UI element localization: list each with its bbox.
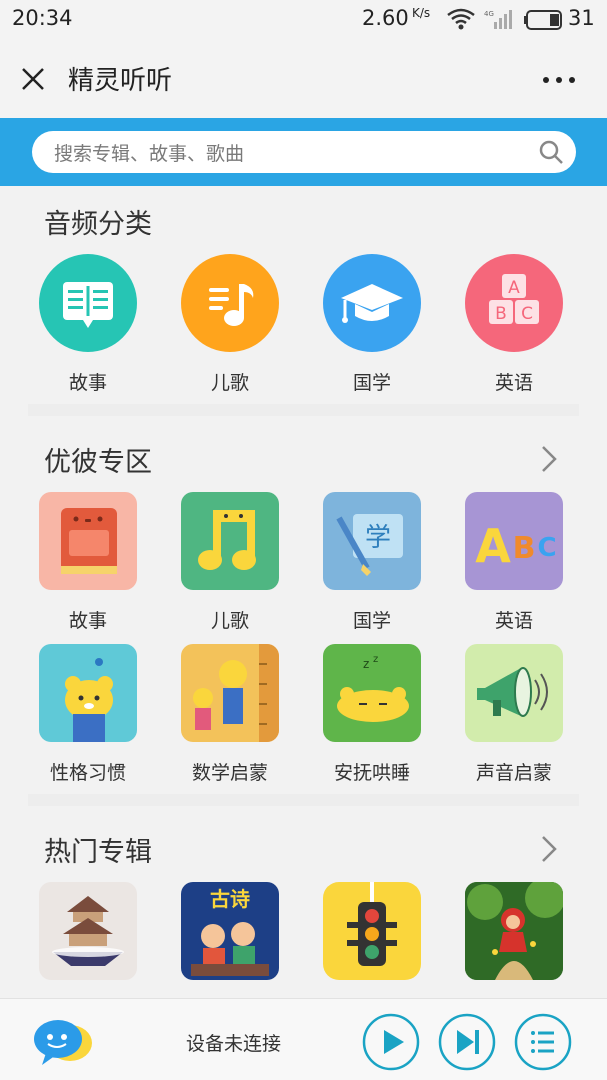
- hot-albums-section: 热门专辑 古诗: [28, 806, 579, 998]
- audio-categories-section: 音频分类 故事 儿歌 国学 A B C 英语: [28, 186, 579, 404]
- status-time: 20:34: [12, 6, 73, 30]
- youbi-label: 安抚哄睡: [333, 762, 410, 784]
- wifi-icon: [447, 8, 475, 30]
- youbi-sleep[interactable]: z z 安抚哄睡: [312, 644, 432, 784]
- youbi-story[interactable]: 故事: [28, 492, 148, 632]
- album-cover-red-riding-hood: [465, 882, 563, 980]
- search-input[interactable]: 搜索专辑、故事、歌曲: [32, 131, 576, 173]
- album-cover-pagoda: [39, 882, 137, 980]
- svg-text:z: z: [363, 657, 369, 671]
- youbi-english[interactable]: A B C 英语: [454, 492, 574, 632]
- abc-blocks-icon: A B C: [465, 254, 563, 352]
- youbi-label: 数学启蒙: [191, 762, 268, 784]
- cell-signal-icon: 4G: [484, 10, 512, 29]
- megaphone-image: [465, 644, 563, 742]
- divider: [28, 404, 579, 416]
- device-status: 设备未连接: [186, 1033, 282, 1055]
- scroll-image: 学: [323, 492, 421, 590]
- network-speed-unit: K/s: [412, 6, 431, 20]
- chevron-right-icon[interactable]: [540, 834, 558, 864]
- sleeping-bear-image: z z: [323, 644, 421, 742]
- category-story[interactable]: 故事: [28, 254, 148, 394]
- search-bar: 搜索专辑、故事、歌曲: [0, 118, 607, 186]
- youbi-math[interactable]: 数学启蒙: [170, 644, 290, 784]
- search-icon[interactable]: [538, 139, 564, 165]
- album-item[interactable]: [454, 882, 574, 982]
- story-book-image: [39, 492, 137, 590]
- youbi-songs[interactable]: 儿歌: [170, 492, 290, 632]
- nav-bar: 精灵听听: [0, 38, 607, 118]
- svg-text:A: A: [475, 519, 511, 573]
- svg-text:z: z: [373, 654, 378, 665]
- music-note-image: [181, 492, 279, 590]
- network-type: 4G: [484, 10, 494, 18]
- category-songs[interactable]: 儿歌: [170, 254, 290, 394]
- close-icon[interactable]: [18, 64, 48, 94]
- youbi-label: 儿歌: [210, 610, 249, 632]
- battery-level: 31: [568, 6, 595, 30]
- section-title: 优彼专区: [44, 447, 152, 478]
- svg-text:B: B: [495, 304, 507, 324]
- youbi-label: 英语: [494, 610, 533, 632]
- play-icon[interactable]: [362, 1013, 420, 1071]
- svg-text:C: C: [537, 533, 556, 563]
- network-speed: 2.60: [362, 6, 409, 30]
- youbi-guoxue[interactable]: 学 国学: [312, 492, 432, 632]
- battery-icon: [524, 10, 562, 30]
- next-track-icon[interactable]: [438, 1013, 496, 1071]
- youbi-zone-section: 优彼专区 故事 儿歌 学 国学 A B C 英语 性格习惯 数学启蒙 z z 安…: [28, 416, 579, 794]
- youbi-label: 性格习惯: [49, 762, 126, 784]
- playlist-icon[interactable]: [514, 1013, 572, 1071]
- youbi-label: 故事: [68, 610, 107, 632]
- chevron-right-icon[interactable]: [540, 444, 558, 474]
- album-item[interactable]: [312, 882, 432, 982]
- divider: [28, 794, 579, 806]
- svg-text:A: A: [508, 278, 520, 298]
- height-chart-image: [181, 644, 279, 742]
- search-placeholder: 搜索专辑、故事、歌曲: [54, 143, 245, 165]
- category-label: 英语: [494, 372, 533, 394]
- svg-text:B: B: [513, 531, 536, 566]
- album-cover-title: 古诗: [210, 887, 250, 911]
- svg-text:学: 学: [365, 523, 391, 553]
- youbi-sound[interactable]: 声音启蒙: [454, 644, 574, 784]
- graduation-cap-icon: [323, 254, 421, 352]
- svg-text:C: C: [521, 304, 533, 324]
- book-icon: [39, 254, 137, 352]
- section-title: 热门专辑: [44, 837, 152, 868]
- section-title: 音频分类: [44, 209, 152, 240]
- category-label: 故事: [68, 372, 107, 394]
- album-cover-poems: 古诗: [181, 882, 279, 980]
- album-item[interactable]: [28, 882, 148, 982]
- abc-letters-image: A B C: [465, 492, 563, 590]
- page-title: 精灵听听: [68, 66, 173, 96]
- youbi-label: 国学: [352, 610, 391, 632]
- album-item[interactable]: 古诗: [170, 882, 290, 982]
- more-icon[interactable]: [540, 76, 580, 84]
- status-bar: 20:34 2.60 K/s 4G 31: [0, 0, 607, 38]
- bear-image: [39, 644, 137, 742]
- category-label: 国学: [352, 372, 391, 394]
- player-bar: 设备未连接: [0, 998, 607, 1080]
- category-english[interactable]: A B C 英语: [454, 254, 574, 394]
- category-guoxue[interactable]: 国学: [312, 254, 432, 394]
- category-label: 儿歌: [210, 372, 249, 394]
- chat-bubble-icon[interactable]: [32, 1017, 94, 1065]
- album-cover-traffic-light: [323, 882, 421, 980]
- youbi-habits[interactable]: 性格习惯: [28, 644, 148, 784]
- youbi-label: 声音启蒙: [475, 762, 552, 784]
- music-note-icon: [181, 254, 279, 352]
